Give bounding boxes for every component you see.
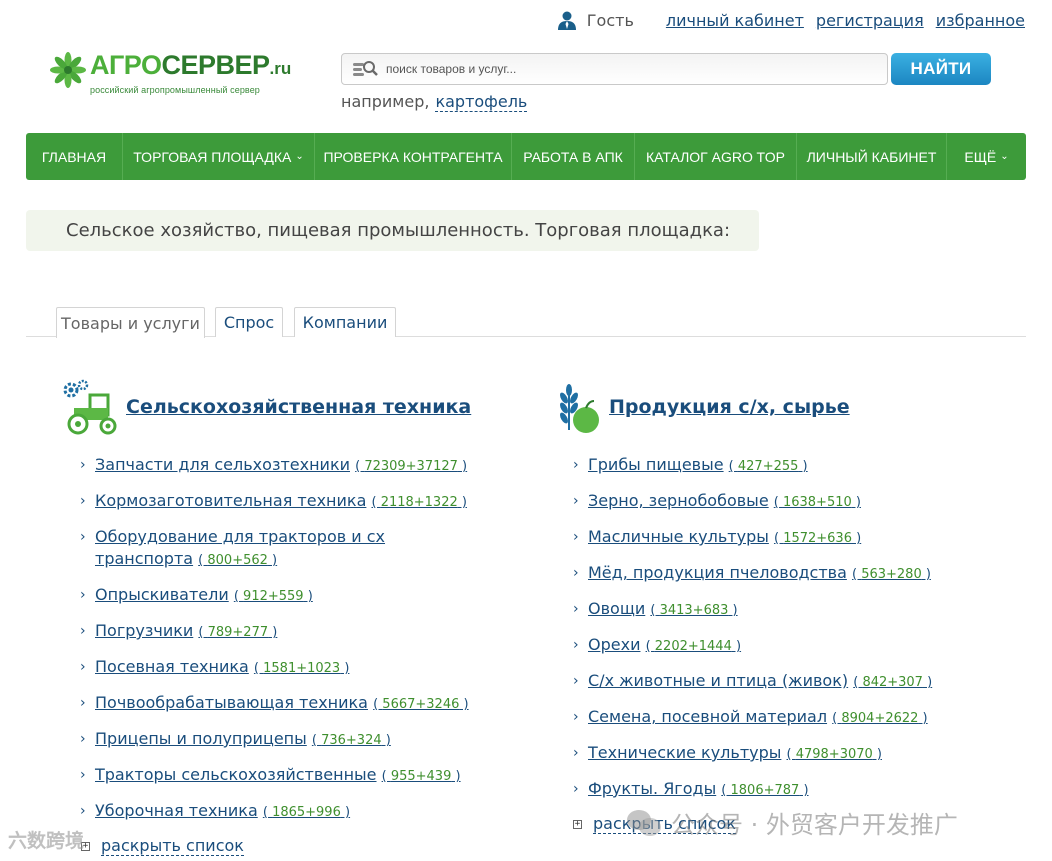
list-item[interactable]: › Технические культуры ( 4798+3070 ) [555, 742, 932, 766]
site-logo[interactable]: АГРОСЕРВЕР.ru российский агропромышленны… [50, 50, 291, 95]
flower-logo-icon [50, 52, 86, 88]
favorites-link[interactable]: избранное [936, 11, 1025, 30]
tractor-icon [63, 379, 117, 435]
search-button[interactable]: НАЙТИ [891, 53, 991, 85]
example-link[interactable]: картофель [435, 92, 528, 112]
nav-item-home[interactable]: ГЛАВНАЯ [26, 133, 123, 180]
wechat-icon [627, 809, 661, 836]
category-title[interactable]: Сельскохозяйственная техника [126, 396, 471, 418]
nav-item-marketplace[interactable]: ТОРГОВАЯ ПЛОЩАДКА ⌄ [123, 133, 315, 180]
list-item[interactable]: › Погрузчики ( 789+277 ) [62, 620, 471, 644]
cabinet-link[interactable]: личный кабинет [666, 11, 804, 30]
list-item[interactable]: › Мёд, продукция пчеловодства ( 563+280 ) [555, 562, 932, 586]
chevron-down-icon: ⌄ [295, 151, 304, 162]
logo-wordmark: АГРОСЕРВЕР.ru [90, 50, 292, 80]
list-item[interactable]: › Зерно, зернобобовые ( 1638+510 ) [555, 490, 932, 514]
tab-goods[interactable]: Товары и услуги [56, 307, 205, 338]
list-item[interactable]: › Прицепы и полуприцепы ( 736+324 ) [62, 728, 471, 752]
main-nav: ГЛАВНАЯ ТОРГОВАЯ ПЛОЩАДКА ⌄ ПРОВЕРКА КОНТ… [26, 133, 1026, 180]
search-input[interactable] [386, 62, 866, 76]
list-item[interactable]: › Кормозаготовительная техника ( 2118+132… [62, 490, 471, 514]
nav-item-cabinet[interactable]: ЛИЧНЫЙ КАБИНЕТ [797, 133, 947, 180]
search-example: например, картофель [341, 92, 528, 112]
list-item[interactable]: › Почвообрабатывающая техника ( 5667+3246… [62, 692, 471, 716]
chevron-right-icon: › [573, 601, 579, 617]
chevron-right-icon: › [80, 695, 86, 711]
list-item[interactable]: › Посевная техника ( 1581+1023 ) [62, 656, 471, 680]
list-item[interactable]: › Семена, посевной материал ( 8904+2622 ) [555, 706, 932, 730]
example-prefix: например, [341, 92, 430, 111]
chevron-right-icon: › [80, 731, 86, 747]
list-item[interactable]: › Оборудование для тракторов и сх транспор… [62, 526, 471, 572]
user-bar: Гость личный кабинет регистрация избранн… [557, 10, 1025, 30]
nav-item-counterparty-check[interactable]: ПРОВЕРКА КОНТРАГЕНТА [315, 133, 512, 180]
list-item[interactable]: › С/х животные и птица (живок) ( 842+307 … [555, 670, 932, 694]
list-item[interactable]: › Грибы пищевые ( 427+255 ) [555, 454, 932, 478]
list-item[interactable]: › Фрукты. Ягоды ( 1806+787 ) [555, 778, 932, 802]
guest-label: Гость [586, 10, 634, 30]
chevron-right-icon: › [573, 781, 579, 797]
nav-item-more[interactable]: ЕЩЁ ⌄ [947, 133, 1026, 180]
chevron-right-icon: › [80, 623, 86, 639]
chevron-right-icon: › [80, 529, 86, 545]
chevron-right-icon: › [80, 587, 86, 603]
chevron-right-icon: › [573, 493, 579, 509]
search-box [341, 53, 888, 85]
category-produce: Продукция с/х, сырье › Грибы пищевые ( 42… [555, 378, 932, 834]
chevron-right-icon: › [573, 745, 579, 761]
list-item[interactable]: › Запчасти для сельхозтехники ( 72309+371… [62, 454, 471, 478]
list-item[interactable]: › Опрыскиватели ( 912+559 ) [62, 584, 471, 608]
chevron-right-icon: › [80, 457, 86, 473]
chevron-right-icon: › [573, 565, 579, 581]
tab-companies[interactable]: Компании [294, 307, 396, 337]
tab-demand[interactable]: Спрос [215, 307, 283, 337]
nav-item-catalog[interactable]: КАТАЛОГ AGRO TOP [635, 133, 797, 180]
list-item[interactable]: › Уборочная техника ( 1865+996 ) [62, 800, 471, 824]
chevron-right-icon: › [573, 529, 579, 545]
expand-list-button[interactable]: + раскрыть список [81, 836, 471, 856]
chevron-right-icon: › [573, 673, 579, 689]
chevron-right-icon: › [573, 709, 579, 725]
plus-icon: + [573, 818, 582, 829]
chevron-down-icon: ⌄ [1000, 151, 1009, 162]
logo-tagline: российский агропромышленный сервер [90, 85, 260, 95]
list-item[interactable]: › Тракторы сельскохозяйственные ( 955+439… [62, 764, 471, 788]
register-link[interactable]: регистрация [816, 11, 924, 30]
chevron-right-icon: › [80, 767, 86, 783]
list-item[interactable]: › Орехи ( 2202+1444 ) [555, 634, 932, 658]
guest-indicator: Гость [557, 10, 634, 30]
category-machinery: Сельскохозяйственная техника › Запчасти д… [62, 378, 471, 856]
user-icon [557, 11, 576, 30]
chevron-right-icon: › [80, 659, 86, 675]
page-title: Сельское хозяйство, пищевая промышленнос… [26, 210, 759, 251]
watermark-left: 六数跨境 [8, 830, 85, 852]
category-title[interactable]: Продукция с/х, сырье [609, 396, 850, 418]
list-item[interactable]: › Масличные культуры ( 1572+636 ) [555, 526, 932, 550]
search-icon [353, 61, 378, 76]
nav-item-jobs[interactable]: РАБОТА В АПК [512, 133, 635, 180]
chevron-right-icon: › [573, 457, 579, 473]
wheat-apple-icon [560, 384, 599, 433]
chevron-right-icon: › [573, 637, 579, 653]
list-item[interactable]: › Овощи ( 3413+683 ) [555, 598, 932, 622]
chevron-right-icon: › [80, 493, 86, 509]
chevron-right-icon: › [80, 803, 86, 819]
watermark-right: 公众号 · 外贸客户开发推广 [625, 805, 958, 840]
